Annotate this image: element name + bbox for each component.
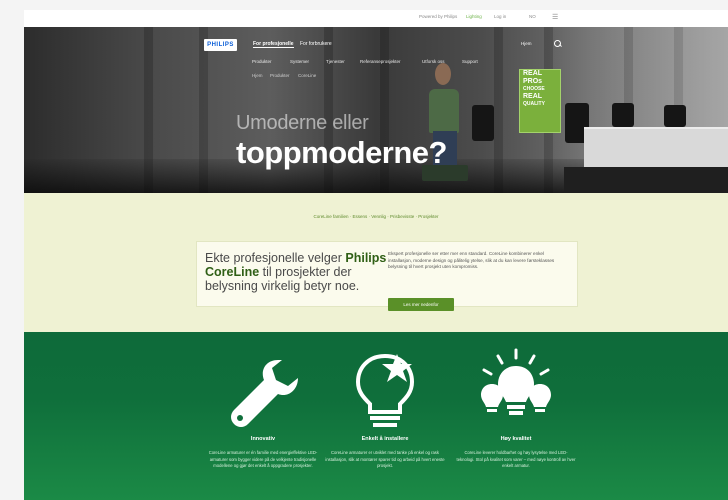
feature-title: Innovativ [250,436,276,442]
search-icon[interactable] [554,40,561,47]
tab-consumer[interactable]: For forbrukere [300,41,332,47]
subnav-products[interactable]: Produkter [270,73,290,78]
intro-headline: Ekte profesjonelle velger Philips CoreLi… [205,251,400,293]
feature-text: CoreLine armaturer er én familie med ene… [208,450,318,468]
lightbulb-star-icon [355,353,415,427]
nav-services[interactable]: Tjenester [326,59,345,64]
chair-image [472,105,494,141]
feature-title: Enkelt å installere [361,436,409,442]
hamburger-icon[interactable]: ☰ [552,13,558,21]
lighting-link[interactable]: Lighting [466,14,482,19]
real-pros-badge: REAL PROs CHOOSE REAL QUALITY [519,69,561,133]
intro-section: CoreLine familien · Essens · Vennlig · P… [24,193,728,332]
desk-base-image [564,167,728,193]
chair-image [612,103,634,127]
desk-image [584,127,728,171]
person-head-image [435,63,451,85]
headline-pre: Ekte profesjonelle velger [205,251,342,265]
philips-logo[interactable]: PHILIPS [204,39,237,51]
logo-text: PHILIPS [207,42,234,48]
tab-professional[interactable]: For profesjonelle [253,41,294,48]
nav-products[interactable]: Produkter [252,59,272,64]
hero-title-line1: Umoderne eller [236,112,369,134]
family-links[interactable]: CoreLine familien · Essens · Vennlig · P… [24,214,728,219]
features-section: Innovativ Enkelt å installere Høy kvalit… [24,332,728,500]
badge-line: REAL [523,70,543,77]
nav-systems[interactable]: Systemer [290,59,309,64]
badge-line: CHOOSE [523,86,545,92]
hero-banner: REAL PROs CHOOSE REAL QUALITY PHILIPS Fo… [24,27,728,193]
bulb-cluster-icon [481,348,551,415]
page-background: Powered by Philips Lighting Log in NO ☰ [0,0,728,500]
nav-support[interactable]: Support [462,59,478,64]
badge-line: QUALITY [523,101,545,107]
nav-references[interactable]: Referanseprosjekter [360,59,401,64]
login-link[interactable]: Log in [494,14,506,19]
person-body-image [429,89,459,133]
home-link[interactable]: Hjem [521,41,532,46]
badge-line: REAL [523,93,543,100]
hero-title-line2: toppmoderne? [236,135,448,170]
feature-title: Høy kvalitet [500,436,532,442]
chair-image [664,105,686,127]
subnav-coreline[interactable]: CoreLine [298,73,316,78]
wrench-icon [231,360,298,427]
browser-viewport: Powered by Philips Lighting Log in NO ☰ [24,10,728,500]
utility-bar: Powered by Philips Lighting Log in NO ☰ [24,10,728,28]
feature-text: CoreLine leverer holdbarhet og høy lysyt… [456,450,576,468]
badge-line: PROs [523,78,543,85]
nav-explore[interactable]: Utforsk oss [422,59,445,64]
language-selector[interactable]: NO [529,14,536,19]
read-more-button[interactable]: Les mer nedenfor [388,298,454,311]
intro-body: Ekspert profesjonelle ser etter mer enn … [388,251,555,269]
subnav-home[interactable]: Hjem [252,73,263,78]
powered-by-text: Powered by Philips [419,14,458,19]
feature-text: CoreLine armaturer er utviklet med tanke… [325,450,445,468]
